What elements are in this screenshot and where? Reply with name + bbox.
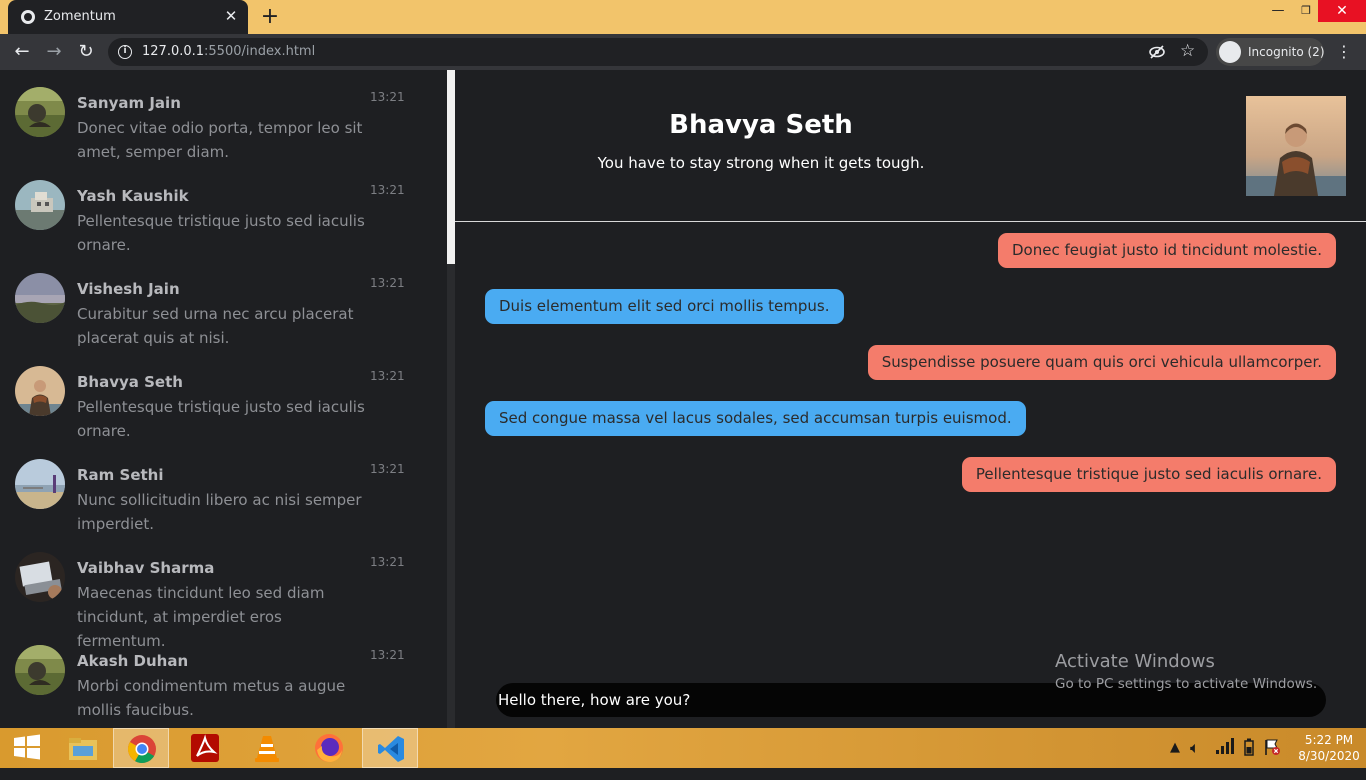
windows-taskbar: ▲ 🔈︎ 5:22 PM 8/30/2020 xyxy=(0,728,1366,768)
tab-title: Zomentum xyxy=(44,9,116,24)
back-arrow-icon[interactable]: ← xyxy=(10,40,34,64)
contact-time: 13:21 xyxy=(370,555,405,569)
contact-avatar xyxy=(15,459,65,509)
contact-time: 13:21 xyxy=(370,276,405,290)
clock-time: 5:22 PM xyxy=(1304,733,1354,747)
message-input[interactable] xyxy=(498,683,1298,717)
contact-item[interactable]: Sanyam Jain Donec vitae odio porta, tempo… xyxy=(0,70,440,163)
url-host: 127.0.0.1 xyxy=(142,44,205,59)
outgoing-message: Pellentesque tristique justo sed iaculis… xyxy=(961,457,1336,492)
contact-item[interactable]: Akash Duhan Morbi condimentum metus a aug… xyxy=(0,628,440,721)
contact-preview: Donec vitae odio porta, tempor leo sit a… xyxy=(77,119,363,161)
incognito-icon xyxy=(1219,41,1241,63)
contact-item[interactable]: Ram Sethi Nunc sollicitudin libero ac nis… xyxy=(0,442,440,535)
incognito-badge[interactable]: Incognito (2) xyxy=(1216,38,1325,66)
network-icon[interactable] xyxy=(1216,738,1234,778)
contact-time: 13:21 xyxy=(370,183,405,197)
eye-slash-icon[interactable] xyxy=(1148,43,1166,61)
contact-avatar xyxy=(15,645,65,695)
contact-preview: Morbi condimentum metus a augue mollis f… xyxy=(77,677,346,719)
contact-time: 13:21 xyxy=(370,648,405,662)
chat-header: Bhavya Seth You have to stay strong when… xyxy=(455,70,1366,222)
contact-name: Bhavya Seth xyxy=(77,373,183,391)
contact-name: Sanyam Jain xyxy=(77,94,181,112)
contact-preview: Curabitur sed urna nec arcu placerat pla… xyxy=(77,305,354,347)
incognito-label: Incognito (2) xyxy=(1248,45,1325,59)
volume-icon[interactable]: 🔈︎ xyxy=(1190,738,1200,778)
url-text[interactable]: 127.0.0.1:5500/index.html xyxy=(142,44,315,59)
contact-time: 13:21 xyxy=(370,369,405,383)
contact-name: Vaibhav Sharma xyxy=(77,559,215,577)
sidebar-scrollbar-thumb[interactable] xyxy=(447,70,455,264)
outgoing-message: Suspendisse posuere quam quis orci vehic… xyxy=(867,345,1336,380)
incoming-message: Duis elementum elit sed orci mollis temp… xyxy=(485,289,844,324)
contact-avatar xyxy=(15,87,65,137)
site-info-icon[interactable]: i xyxy=(118,45,132,59)
battery-icon[interactable] xyxy=(1244,738,1254,778)
action-center-flag-icon[interactable] xyxy=(1264,738,1280,778)
contact-avatar xyxy=(15,366,65,416)
browser-menu-icon[interactable]: ⋮ xyxy=(1336,40,1352,64)
contact-time: 13:21 xyxy=(370,462,405,476)
file-explorer-icon[interactable] xyxy=(55,728,111,768)
browser-tab[interactable]: Zomentum ✕ xyxy=(8,0,248,34)
contact-avatar xyxy=(15,273,65,323)
chat-contact-photo[interactable] xyxy=(1246,96,1346,196)
reload-icon[interactable]: ↻ xyxy=(74,40,98,64)
taskbar-clock[interactable]: 5:22 PM 8/30/2020 xyxy=(1296,732,1362,764)
contact-preview: Nunc sollicitudin libero ac nisi semper … xyxy=(77,491,362,533)
close-tab-icon[interactable]: ✕ xyxy=(222,7,240,25)
message-composer xyxy=(496,683,1326,717)
vscode-icon[interactable] xyxy=(362,728,418,768)
show-hidden-icons-icon[interactable]: ▲ xyxy=(1170,740,1180,780)
message-list: Donec feugiat justo id tincidunt molesti… xyxy=(455,223,1366,663)
contact-item[interactable]: Vishesh Jain Curabitur sed urna nec arcu … xyxy=(0,256,440,349)
contact-avatar xyxy=(15,180,65,230)
contact-time: 13:21 xyxy=(370,90,405,104)
outgoing-message: Donec feugiat justo id tincidunt molesti… xyxy=(998,233,1336,268)
clock-date: 8/30/2020 xyxy=(1298,749,1360,763)
forward-arrow-icon[interactable]: → xyxy=(42,40,66,64)
url-path: :5500/index.html xyxy=(204,44,316,59)
contact-item[interactable]: Yash Kaushik Pellentesque tristique justo… xyxy=(0,163,440,256)
address-bar[interactable]: i 127.0.0.1:5500/index.html ☆ xyxy=(108,38,1208,66)
contact-name: Ram Sethi xyxy=(77,466,164,484)
chat-contact-status: You have to stay strong when it gets tou… xyxy=(597,154,925,172)
acrobat-icon[interactable] xyxy=(177,728,233,768)
contact-name: Vishesh Jain xyxy=(77,280,180,298)
incoming-message: Sed congue massa vel lacus sodales, sed … xyxy=(485,401,1026,436)
contact-name: Yash Kaushik xyxy=(77,187,189,205)
contact-preview: Pellentesque tristique justo sed iaculis… xyxy=(77,398,365,440)
new-tab-button[interactable]: + xyxy=(258,5,282,29)
chat-contact-name: Bhavya Seth xyxy=(669,110,853,140)
start-icon[interactable] xyxy=(0,728,56,768)
contact-list: Sanyam Jain Donec vitae odio porta, tempo… xyxy=(0,70,447,728)
browser-toolbar: ← → ↻ i 127.0.0.1:5500/index.html ☆ Inco… xyxy=(0,34,1366,70)
contact-item[interactable]: Vaibhav Sharma Maecenas tincidunt leo sed… xyxy=(0,535,440,650)
vlc-icon[interactable] xyxy=(239,728,295,768)
globe-icon xyxy=(21,10,35,24)
browser-tab-strip: Zomentum ✕ + — ❐ ✕ xyxy=(0,0,1366,34)
contact-name: Akash Duhan xyxy=(77,652,189,670)
contact-preview: Pellentesque tristique justo sed iaculis… xyxy=(77,212,365,254)
chrome-icon[interactable] xyxy=(113,728,169,768)
contact-item[interactable]: Bhavya Seth Pellentesque tristique justo … xyxy=(0,349,440,442)
bookmark-star-icon[interactable]: ☆ xyxy=(1180,41,1195,61)
close-window-button[interactable]: ✕ xyxy=(1318,0,1366,22)
firefox-icon[interactable] xyxy=(301,728,357,768)
contact-avatar xyxy=(15,552,65,602)
